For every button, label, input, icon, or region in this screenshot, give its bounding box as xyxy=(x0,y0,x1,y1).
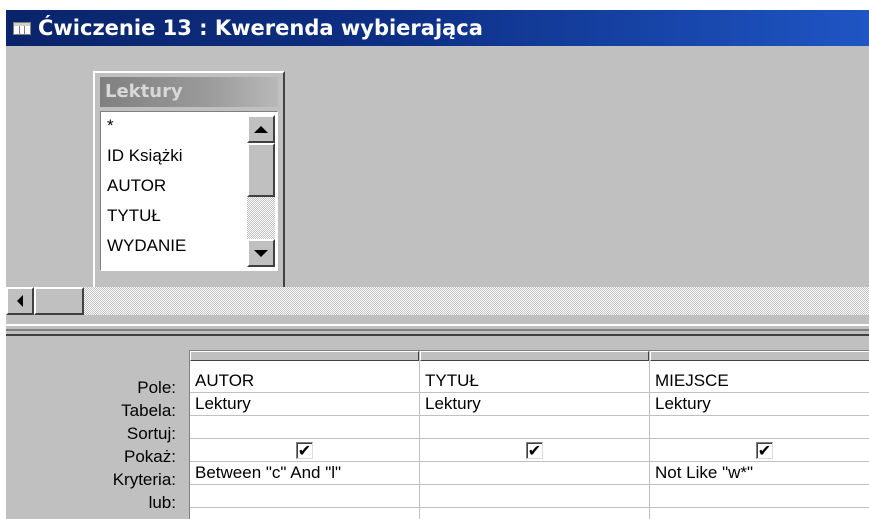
table-cell[interactable]: Lektury xyxy=(420,393,649,416)
show-cell: ✔ xyxy=(190,439,419,462)
row-label-criteria: Kryteria: xyxy=(112,470,176,489)
row-label-or: lub: xyxy=(148,493,176,512)
title-bar[interactable]: Ćwiczenie 13 : Kwerenda wybierająca xyxy=(6,10,869,46)
show-checkbox[interactable]: ✔ xyxy=(296,441,313,459)
or-cell[interactable] xyxy=(190,485,419,508)
hscroll-thumb[interactable] xyxy=(34,287,84,315)
table-cell[interactable]: Lektury xyxy=(650,393,869,416)
pane-splitter[interactable] xyxy=(6,324,869,336)
field-cell[interactable]: TYTUŁ xyxy=(420,370,649,393)
show-cell: ✔ xyxy=(650,439,869,462)
criteria-cell[interactable]: Not Like "w*" xyxy=(650,462,869,485)
grid-column: TYTUŁ Lektury ✔ xyxy=(420,351,650,519)
grid-column: AUTOR Lektury ✔ Between "c" And "l" xyxy=(190,351,420,519)
field-cell[interactable]: MIEJSCE xyxy=(650,370,869,393)
scroll-up-button[interactable] xyxy=(247,115,275,143)
show-checkbox[interactable]: ✔ xyxy=(756,441,773,459)
arrow-down-icon xyxy=(254,249,268,257)
show-checkbox[interactable]: ✔ xyxy=(526,441,543,459)
sort-cell[interactable] xyxy=(420,416,649,439)
field-list-item[interactable]: AUTOR xyxy=(107,176,166,196)
column-selector[interactable] xyxy=(420,351,649,361)
query-design-window: Ćwiczenie 13 : Kwerenda wybierająca Lekt… xyxy=(6,10,869,519)
arrow-left-icon xyxy=(17,295,23,307)
scroll-thumb[interactable] xyxy=(247,143,275,197)
arrow-up-icon xyxy=(254,125,268,133)
field-cell[interactable]: AUTOR xyxy=(190,370,419,393)
window-title: Ćwiczenie 13 : Kwerenda wybierająca xyxy=(38,16,483,40)
show-cell: ✔ xyxy=(420,439,649,462)
field-list-item[interactable]: WYDANIE xyxy=(107,236,186,256)
column-selector[interactable] xyxy=(190,351,419,361)
row-label-sort: Sortuj: xyxy=(126,424,176,443)
field-list-item[interactable]: ID Książki xyxy=(107,146,183,166)
grid-column: MIEJSCE Lektury ✔ Not Like "w*" xyxy=(650,351,869,519)
sort-cell[interactable] xyxy=(190,416,419,439)
field-list[interactable]: * ID Książki AUTOR TYTUŁ WYDANIE xyxy=(100,111,278,271)
scroll-down-button[interactable] xyxy=(247,239,275,267)
field-list-item[interactable]: TYTUŁ xyxy=(107,206,161,226)
scroll-left-button[interactable] xyxy=(6,287,34,315)
column-selector[interactable] xyxy=(650,351,869,361)
table-field-list[interactable]: Lektury * ID Książki AUTOR TYTUŁ WYDANIE xyxy=(93,71,285,290)
row-label-show: Pokaż: xyxy=(124,447,176,466)
table-cell[interactable]: Lektury xyxy=(190,393,419,416)
row-label-table: Tabela: xyxy=(121,401,176,420)
or-cell[interactable] xyxy=(420,485,649,508)
table-pane-hscrollbar[interactable] xyxy=(6,287,869,315)
criteria-cell[interactable] xyxy=(420,462,649,485)
or-cell[interactable] xyxy=(650,485,869,508)
field-list-item[interactable]: * xyxy=(107,116,114,136)
row-label-field: Pole: xyxy=(137,378,176,397)
design-grid-pane: Pole: Tabela: Sortuj: Pokaż: Kryteria: l… xyxy=(6,336,869,519)
table-pane: Lektury * ID Książki AUTOR TYTUŁ WYDANIE xyxy=(6,46,869,324)
query-datasheet-icon[interactable] xyxy=(12,20,32,36)
sort-cell[interactable] xyxy=(650,416,869,439)
table-field-list-title[interactable]: Lektury xyxy=(100,77,278,107)
field-list-scrollbar[interactable] xyxy=(247,115,275,267)
query-design-grid: AUTOR Lektury ✔ Between "c" And "l" TYTU… xyxy=(189,350,869,519)
criteria-cell[interactable]: Between "c" And "l" xyxy=(190,462,419,485)
